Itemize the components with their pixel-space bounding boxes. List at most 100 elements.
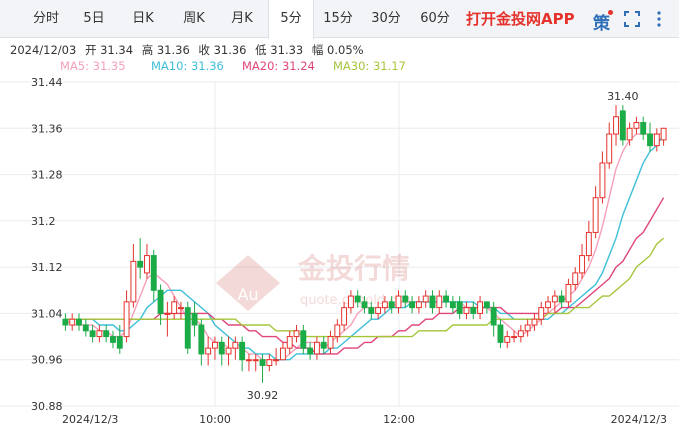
y-tick-label: 31.28	[31, 169, 63, 182]
candle-body	[592, 197, 599, 233]
candle	[218, 336, 225, 366]
candle	[504, 330, 511, 349]
y-tick-label: 31.44	[31, 76, 63, 89]
candle-body	[497, 324, 504, 343]
candle-body	[381, 301, 388, 309]
candle	[130, 244, 137, 308]
candle	[592, 186, 599, 239]
candle-body	[259, 359, 266, 367]
candle-body	[191, 312, 198, 326]
candle-body	[178, 307, 184, 310]
candle-body	[517, 330, 524, 338]
candle-body	[477, 301, 484, 314]
candle	[647, 122, 653, 152]
candle	[82, 319, 89, 337]
candle	[558, 290, 565, 308]
candle-body	[266, 359, 273, 367]
candle	[545, 296, 551, 314]
y-tick-label: 31.36	[31, 122, 63, 135]
candle-body	[415, 301, 422, 309]
candle-body	[347, 295, 354, 309]
candle-body	[456, 301, 463, 314]
ma10-line	[65, 133, 665, 361]
candle-body	[606, 133, 613, 164]
candle-body	[354, 295, 361, 303]
candle-body	[184, 307, 191, 349]
candle-body	[436, 295, 443, 309]
candlestick-chart[interactable]: Au 金投行情 quote.cngold.org 31.44 31.36 31.28…	[0, 0, 679, 426]
candle-body	[538, 307, 545, 320]
candle	[110, 330, 116, 349]
candle	[415, 296, 422, 314]
candle	[76, 313, 82, 331]
candle-body	[585, 231, 592, 257]
watermark: Au 金投行情 quote.cngold.org	[216, 252, 411, 311]
candle-body	[225, 347, 232, 355]
candle-body	[653, 133, 660, 147]
candle	[320, 336, 327, 354]
candle-body	[524, 324, 531, 332]
candle-body	[504, 336, 511, 343]
candle	[436, 290, 443, 314]
y-tick-label: 30.88	[31, 400, 63, 413]
candle-body	[245, 359, 252, 362]
candle	[239, 336, 246, 372]
watermark-cn: 金投行情	[297, 252, 410, 285]
candle	[606, 122, 613, 169]
candle	[422, 290, 429, 308]
ma-lines	[64, 133, 665, 361]
candle-body	[300, 330, 307, 349]
candle	[429, 290, 436, 314]
candle	[137, 238, 144, 279]
candle	[205, 336, 212, 366]
chart-grid	[0, 81, 679, 407]
candle-body	[76, 318, 82, 326]
candle	[144, 244, 150, 279]
candle	[89, 325, 96, 343]
candle-body	[422, 295, 429, 303]
candle-body	[334, 324, 341, 338]
candle	[456, 296, 463, 320]
candle-body	[286, 336, 293, 349]
candle-body	[218, 341, 225, 355]
candle-body	[123, 301, 130, 338]
candle-body	[375, 307, 382, 314]
candle-body	[130, 260, 137, 303]
candle-body	[341, 307, 348, 326]
candle	[273, 348, 280, 366]
y-axis: 31.44 31.36 31.28 31.2 31.12 31.04 30.96 30.88	[31, 76, 63, 413]
candle-body	[558, 295, 565, 303]
candle-body	[150, 255, 157, 291]
watermark-badge: Au	[237, 285, 258, 304]
candle	[123, 290, 130, 343]
candle-body	[470, 307, 477, 314]
candle	[531, 313, 538, 331]
candle-body	[110, 336, 116, 343]
candle	[286, 330, 293, 354]
high-label: 31.40	[607, 90, 639, 103]
candle	[660, 127, 667, 146]
candle-body	[463, 307, 470, 314]
candle-body	[640, 122, 647, 135]
candle-body	[103, 330, 110, 338]
candle-body	[647, 133, 653, 147]
candle	[96, 325, 103, 343]
annotations: 31.40 30.92	[247, 90, 639, 402]
candle-body	[205, 347, 212, 355]
candle	[198, 319, 205, 366]
candle	[191, 301, 198, 337]
candle-body	[232, 341, 239, 349]
candle	[633, 116, 640, 135]
candle	[443, 290, 450, 308]
candle-body	[89, 330, 96, 338]
candle	[266, 353, 273, 372]
y-tick-label: 31.12	[31, 261, 63, 274]
candle	[619, 105, 626, 146]
candle-body	[212, 341, 218, 349]
candle-body	[619, 110, 626, 141]
candle-body	[239, 341, 246, 361]
candle	[470, 301, 477, 320]
x-axis: 2024/12/3 10:00 12:00 2024/12/3	[62, 413, 667, 426]
candle-body	[483, 301, 490, 309]
candle-body	[82, 324, 89, 332]
